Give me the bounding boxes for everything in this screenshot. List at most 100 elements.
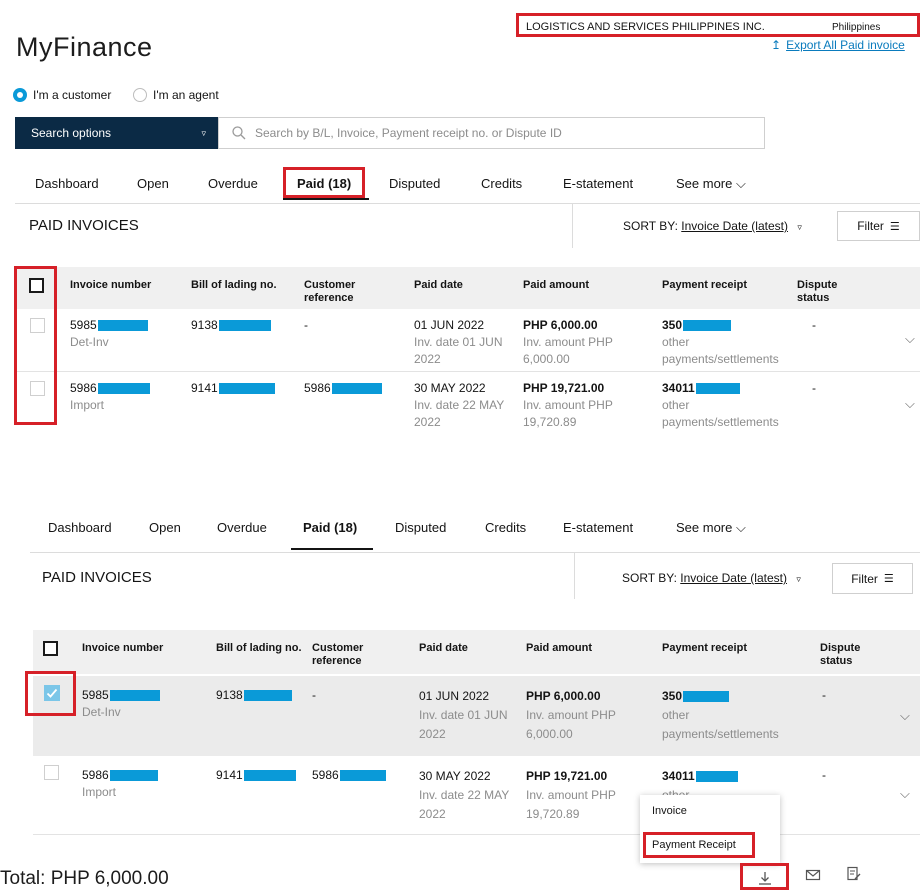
paid-date: 30 MAY 2022: [419, 769, 491, 783]
tab-see-more-label: See more: [676, 176, 733, 191]
col-dispute-status[interactable]: Dispute status: [820, 642, 880, 668]
invoice-number[interactable]: 5986: [70, 381, 97, 395]
tab-e-statement[interactable]: E-statement: [563, 176, 633, 191]
col-paid-date[interactable]: Paid date: [414, 279, 463, 292]
col-invoice-number[interactable]: Invoice number: [70, 279, 151, 292]
download-button[interactable]: [745, 866, 785, 890]
dispute-cell: -: [812, 318, 816, 332]
search-icon: [232, 126, 246, 140]
tab-see-more[interactable]: See more ⌵: [676, 176, 746, 192]
col-bill-of-lading[interactable]: Bill of lading no.: [191, 279, 281, 292]
bl-number[interactable]: 9141: [191, 381, 218, 395]
filter-button[interactable]: Filter ☰: [837, 211, 920, 241]
menu-item-payment-receipt[interactable]: Payment Receipt: [652, 839, 736, 851]
redaction: [218, 383, 275, 395]
col-customer-reference[interactable]: Customer reference: [312, 642, 382, 668]
tab-disputed[interactable]: Disputed: [389, 176, 440, 191]
checkmark-icon: [46, 688, 58, 698]
bl-number[interactable]: 9141: [216, 768, 243, 782]
row-checkbox[interactable]: [30, 318, 45, 333]
bl-number[interactable]: 9138: [216, 688, 243, 702]
inv-date: Inv. date 01 JUN 2022: [419, 708, 508, 741]
tab-e-statement[interactable]: E-statement: [563, 520, 633, 535]
active-tab-underline: [291, 548, 373, 550]
search-input[interactable]: Search by B/L, Invoice, Payment receipt …: [218, 117, 765, 149]
export-link[interactable]: ↥ Export All Paid invoice: [771, 38, 905, 52]
receipt-number[interactable]: 350: [662, 318, 682, 332]
invoice-number[interactable]: 5985: [70, 318, 97, 332]
invoice-type: Det-Inv: [70, 335, 109, 349]
tab-see-more[interactable]: See more ⌵: [676, 520, 746, 536]
paid-amount: PHP 19,721.00: [526, 769, 608, 783]
invoice-number[interactable]: 5985: [82, 688, 109, 702]
caret-down-icon: ▿: [201, 127, 206, 138]
receipt-note: other payments/settlements: [662, 398, 779, 429]
dispute-button[interactable]: [846, 866, 866, 884]
invoice-type: Import: [70, 398, 105, 412]
bl-number[interactable]: 9138: [191, 318, 218, 332]
inv-amount: Inv. amount PHP 19,720.89: [526, 788, 616, 821]
col-paid-amount[interactable]: Paid amount: [523, 279, 589, 292]
expand-chevron-icon[interactable]: ⌵: [900, 786, 910, 802]
expand-chevron-icon[interactable]: ⌵: [905, 331, 915, 347]
sort-dropdown[interactable]: SORT BY: Invoice Date (latest) ▿: [622, 571, 801, 585]
col-bill-of-lading[interactable]: Bill of lading no.: [216, 642, 306, 655]
email-button[interactable]: [805, 868, 825, 884]
tab-credits[interactable]: Credits: [485, 520, 526, 535]
row-checkbox[interactable]: [44, 765, 59, 780]
sort-dropdown[interactable]: SORT BY: Invoice Date (latest) ▿: [623, 219, 802, 233]
tab-dashboard[interactable]: Dashboard: [48, 520, 112, 535]
inv-date: Inv. date 22 MAY 2022: [419, 788, 510, 821]
filter-button[interactable]: Filter ☰: [832, 563, 913, 594]
receipt-number[interactable]: 34011: [662, 769, 695, 783]
menu-item-invoice[interactable]: Invoice: [652, 805, 687, 817]
tab-paid[interactable]: Paid (18): [303, 520, 357, 535]
inv-date: Inv. date 01 JUN 2022: [414, 335, 503, 366]
select-all-checkbox[interactable]: [43, 641, 58, 656]
redaction: [218, 320, 271, 332]
invoice-cell: 5986 Import: [70, 380, 150, 414]
export-label: Export All Paid invoice: [786, 38, 905, 52]
col-payment-receipt[interactable]: Payment receipt: [662, 642, 747, 655]
col-customer-reference[interactable]: Customer reference: [304, 279, 374, 305]
paid-amount-cell: PHP 6,000.00 Inv. amount PHP 6,000.00: [526, 687, 636, 744]
col-payment-receipt[interactable]: Payment receipt: [662, 279, 747, 292]
divider: [572, 204, 573, 248]
select-all-checkbox[interactable]: [29, 278, 44, 293]
paid-date-cell: 30 MAY 2022 Inv. date 22 MAY 2022: [419, 767, 519, 824]
expand-chevron-icon[interactable]: ⌵: [905, 396, 915, 412]
invoice-number[interactable]: 5986: [82, 768, 109, 782]
tab-overdue[interactable]: Overdue: [217, 520, 267, 535]
tab-paid[interactable]: Paid (18): [297, 176, 351, 191]
search-options-button[interactable]: Search options ▿: [15, 117, 218, 149]
receipt-number[interactable]: 350: [662, 689, 682, 703]
customer-ref-cell: 5986: [304, 380, 382, 397]
col-invoice-number[interactable]: Invoice number: [82, 642, 163, 655]
row-checkbox[interactable]: [30, 381, 45, 396]
tab-overdue[interactable]: Overdue: [208, 176, 258, 191]
receipt-number[interactable]: 34011: [662, 381, 695, 395]
col-paid-amount[interactable]: Paid amount: [526, 642, 592, 655]
expand-chevron-icon[interactable]: ⌵: [900, 708, 910, 724]
customer-ref-cell: -: [312, 688, 316, 702]
invoice-type: Import: [82, 785, 117, 799]
radio-agent[interactable]: I'm an agent: [133, 88, 219, 102]
redaction: [683, 691, 730, 703]
tab-credits[interactable]: Credits: [481, 176, 522, 191]
row-checkbox-checked[interactable]: [44, 685, 60, 701]
download-menu: Invoice Payment Receipt: [640, 795, 780, 863]
tab-open[interactable]: Open: [149, 520, 181, 535]
col-paid-date[interactable]: Paid date: [419, 642, 468, 655]
filter-label: Filter: [857, 219, 884, 233]
tab-dashboard[interactable]: Dashboard: [35, 176, 99, 191]
redaction: [243, 770, 296, 782]
col-dispute-status[interactable]: Dispute status: [797, 279, 857, 305]
total-amount: Total: PHP 6,000.00: [0, 868, 169, 889]
radio-customer[interactable]: I'm a customer: [13, 88, 111, 102]
tab-disputed[interactable]: Disputed: [395, 520, 446, 535]
paid-amount-cell: PHP 6,000.00 Inv. amount PHP 6,000.00: [523, 317, 633, 368]
tab-open[interactable]: Open: [137, 176, 169, 191]
radio-checked-icon: [13, 88, 27, 102]
sort-label: SORT BY:: [623, 219, 678, 233]
invoice-cell: 5985 Det-Inv: [82, 687, 160, 721]
